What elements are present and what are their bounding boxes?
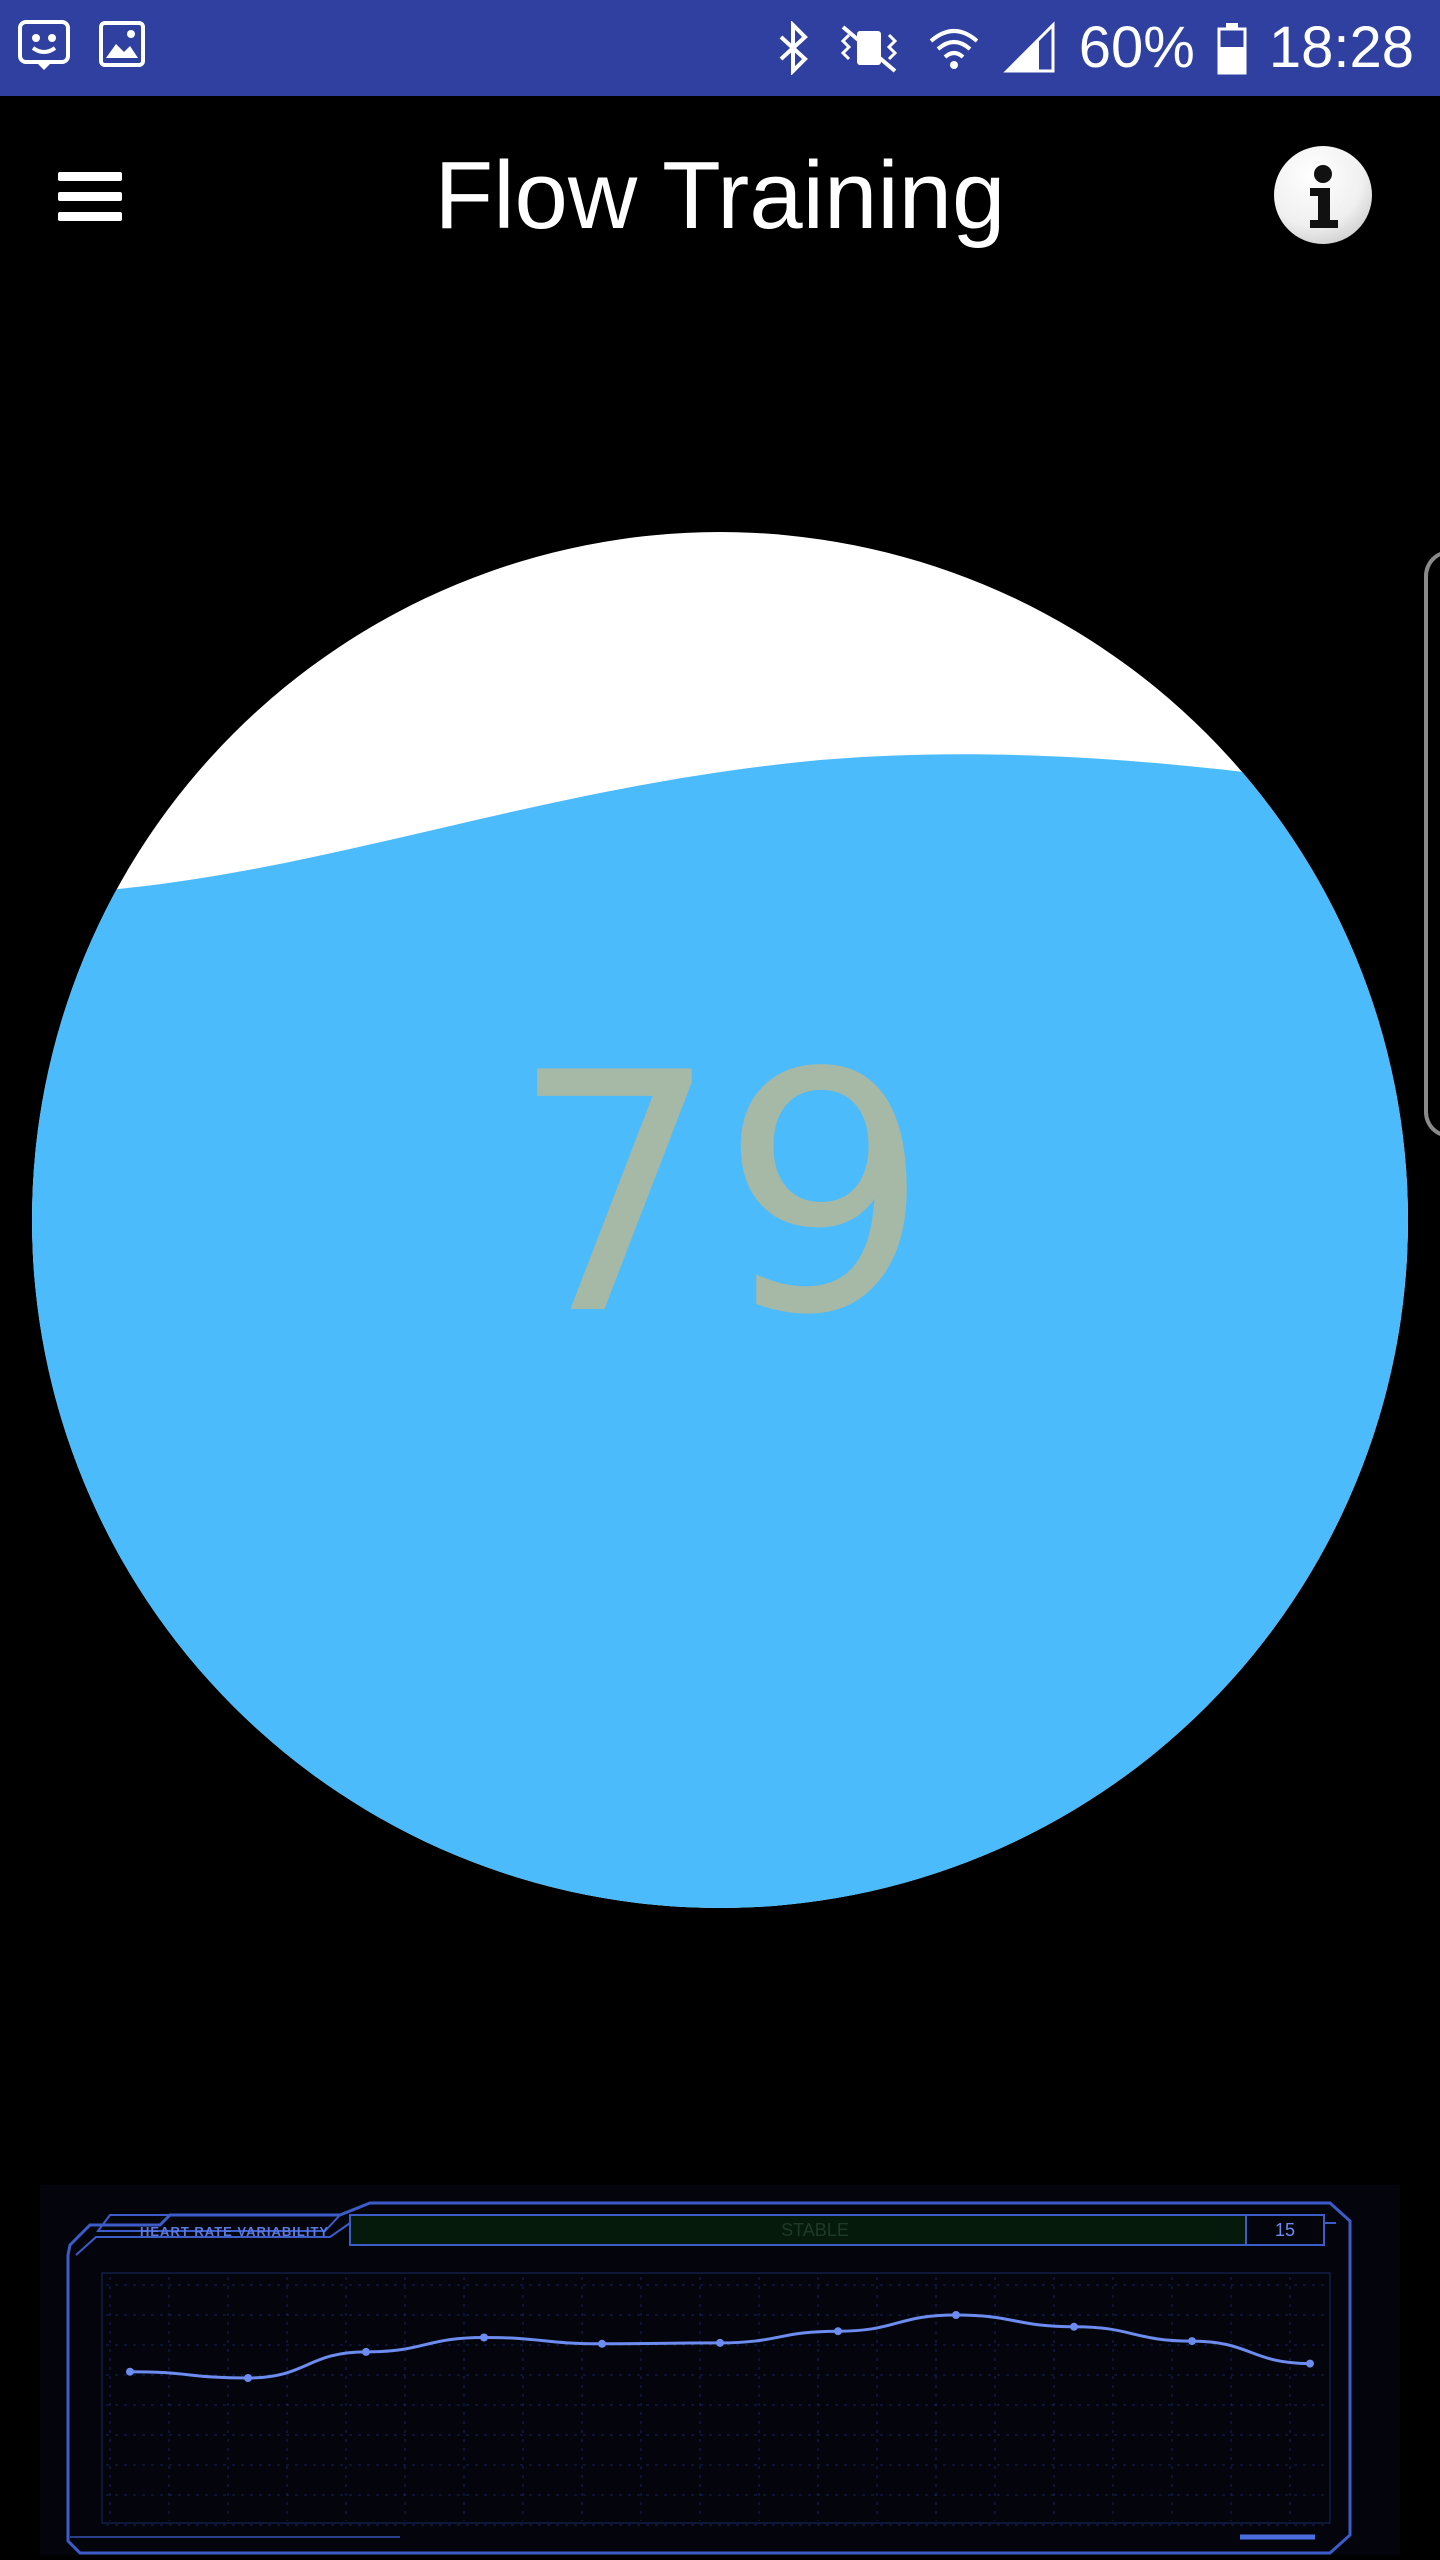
hrv-data-point xyxy=(362,2347,370,2356)
battery-icon xyxy=(1217,23,1247,75)
hrv-data-point xyxy=(598,2339,606,2348)
hrv-data-point xyxy=(480,2333,488,2342)
hrv-series-points xyxy=(126,2311,1314,2382)
edge-panel-handle[interactable] xyxy=(1424,550,1440,1138)
status-bar: 60% 18:28 xyxy=(0,0,1440,96)
hrv-value: 15 xyxy=(1274,2220,1296,2240)
hrv-panel: HEART RATE VARIABILITY STABLE 15 xyxy=(40,2185,1400,2555)
hrv-grid xyxy=(106,2277,1326,2526)
gallery-notification-icon xyxy=(99,21,145,67)
hrv-status: STABLE xyxy=(781,2220,849,2240)
battery-percent: 60% xyxy=(1078,15,1195,80)
signal-icon xyxy=(1003,21,1055,73)
flow-score: 79 xyxy=(510,1003,930,1387)
hrv-data-point xyxy=(1070,2322,1078,2331)
bluetooth-icon xyxy=(779,21,808,75)
info-icon[interactable] xyxy=(1274,146,1372,244)
hrv-data-point xyxy=(1188,2337,1196,2346)
app-bar: Flow Training xyxy=(0,96,1440,296)
mute-vibrate-icon xyxy=(840,25,897,73)
hrv-label: HEART RATE VARIABILITY xyxy=(140,2224,330,2239)
face-notification-icon xyxy=(18,20,70,70)
hrv-data-point xyxy=(126,2367,134,2376)
clock: 18:28 xyxy=(1268,15,1414,80)
hrv-data-point xyxy=(244,2374,252,2382)
page-title: Flow Training xyxy=(434,142,1006,249)
wifi-icon xyxy=(929,29,979,69)
hrv-data-point xyxy=(716,2338,724,2347)
hrv-data-point xyxy=(1306,2359,1314,2368)
hrv-data-point xyxy=(952,2311,960,2319)
hrv-data-point xyxy=(834,2327,842,2336)
